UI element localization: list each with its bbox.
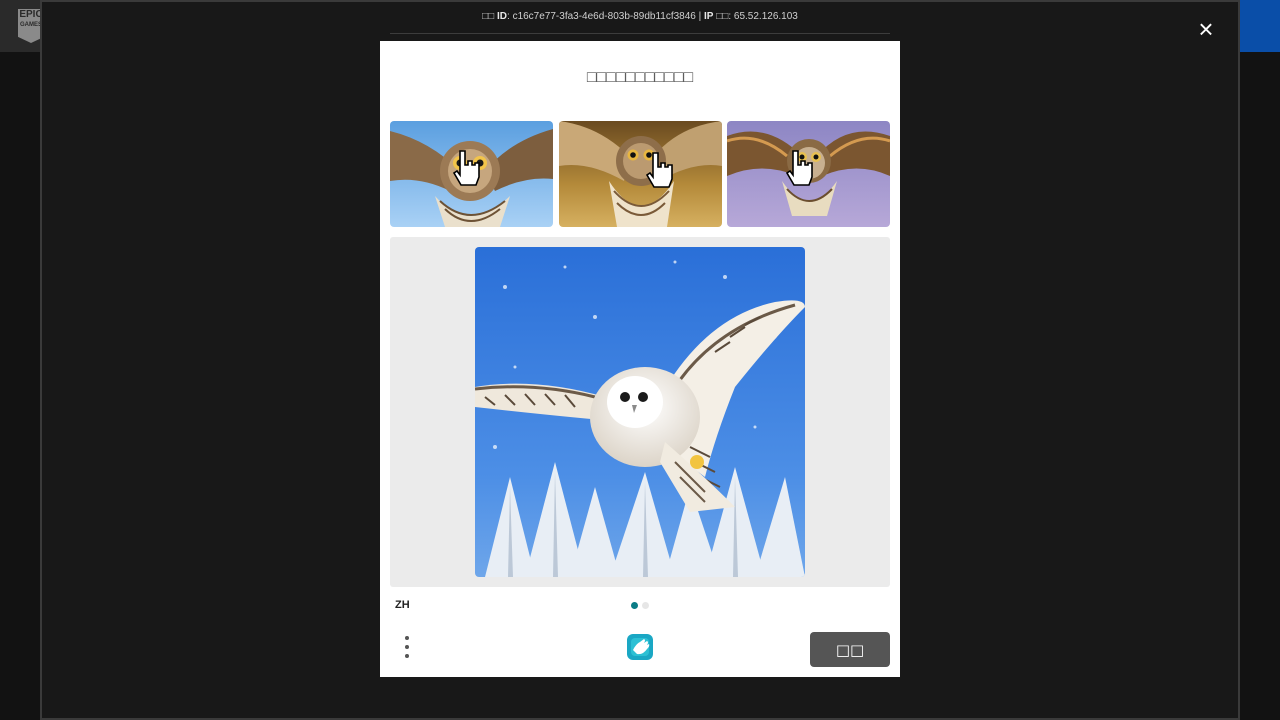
pointer-hand-icon [452,150,480,186]
example-image-3 [727,121,890,227]
pointer-hand-icon [645,152,673,188]
language-selector[interactable]: ZH [395,599,410,611]
session-meta-info: □□ ID: c16c7e77-3fa3-4e6d-803b-89db11cf3… [390,8,890,34]
example-images-row [390,121,890,227]
hcaptcha-logo-icon[interactable] [623,630,657,664]
pointer-hand-icon [785,150,813,186]
submit-button[interactable]: □□ [810,632,890,667]
id-prefix: □□ [482,11,495,22]
captcha-prompt: □□□□□□□□□□□ [586,69,694,86]
page-dot [642,602,649,609]
example-image-2 [559,121,722,227]
ip-label: IP [704,11,714,22]
session-id-value: c16c7e77-3fa3-4e6d-803b-89db11cf3846 [512,11,696,22]
ip-value: 65.52.126.103 [733,11,798,22]
close-icon[interactable]: × [1192,15,1220,43]
example-image-1 [390,121,553,227]
more-options-icon[interactable] [400,635,414,661]
page-dot-active [631,602,638,609]
ip-prefix: □□ [716,11,729,22]
challenge-image[interactable] [475,247,805,577]
challenge-image-area [390,237,890,587]
id-label: ID [497,11,507,22]
captcha-panel: □□□□□□□□□□□ ZH □□ [380,41,900,677]
